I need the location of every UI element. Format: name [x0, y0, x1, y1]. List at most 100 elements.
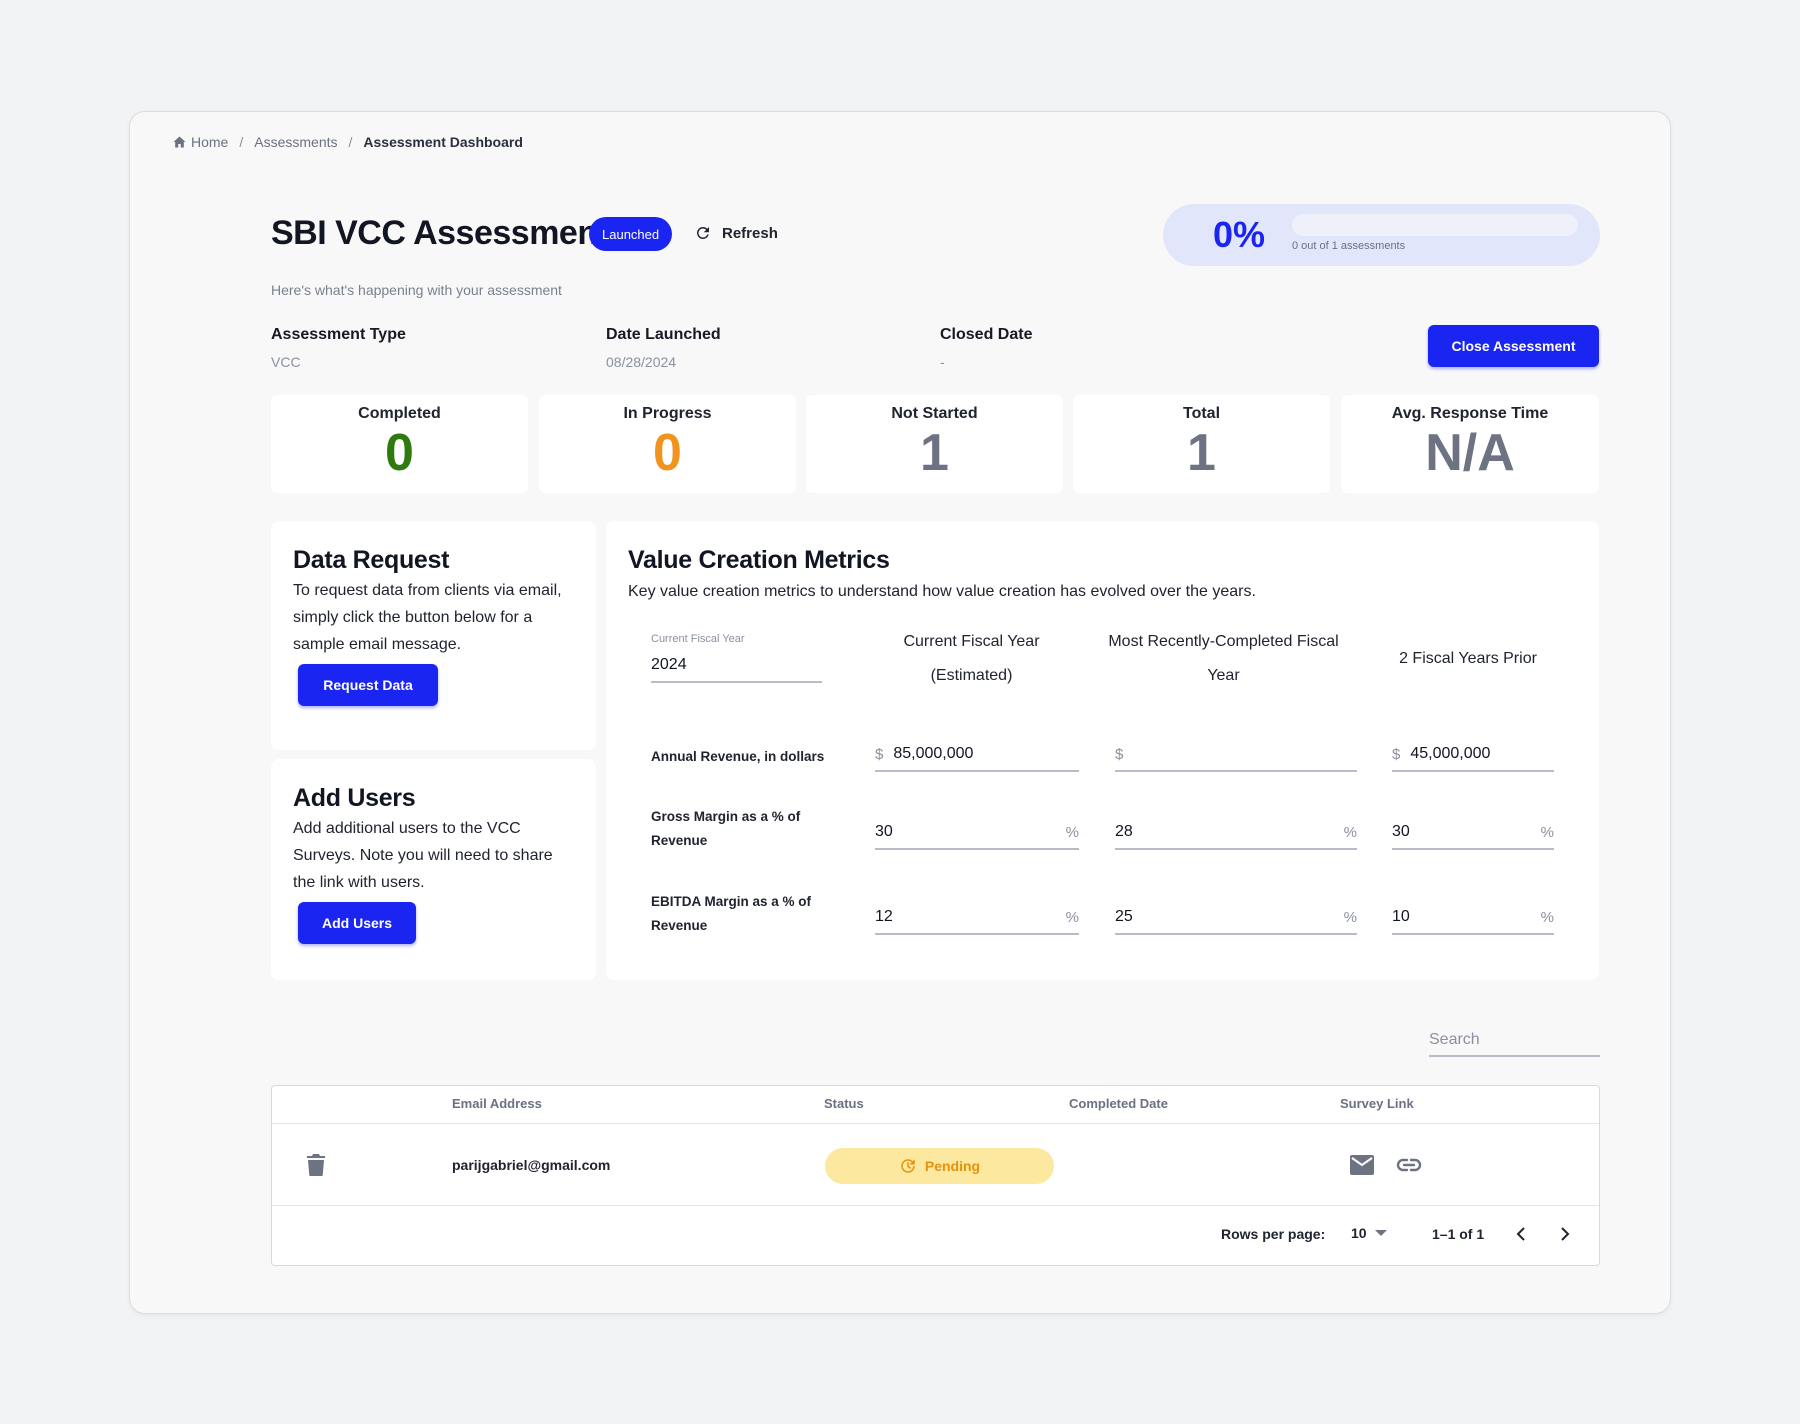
percent-suffix: %	[1065, 908, 1079, 926]
delete-icon[interactable]	[307, 1154, 325, 1176]
metrics-title: Value Creation Metrics	[628, 546, 890, 574]
percent-suffix: %	[1343, 823, 1357, 841]
users-table: Email Address Status Completed Date Surv…	[271, 1085, 1600, 1266]
stat-value: 0	[653, 424, 682, 482]
field-value: 30	[875, 823, 893, 840]
stat-value: 1	[1187, 424, 1216, 482]
fiscal-year-label: Current Fiscal Year	[651, 633, 745, 645]
percent-suffix: %	[1540, 908, 1554, 926]
stat-value: 0	[385, 424, 414, 482]
dashboard-window: Home / Assessments / Assessment Dashboar…	[129, 111, 1671, 1314]
pagination-range: 1–1 of 1	[1432, 1226, 1485, 1242]
column-header-recent-fy: Most Recently-Completed Fiscal Year	[1108, 633, 1339, 684]
stat-label: Avg. Response Time	[1391, 405, 1549, 422]
column-header-email[interactable]: Email Address	[452, 1096, 542, 1111]
field-value: 10	[1392, 908, 1410, 925]
add-users-text: Add additional users to the VCC Surveys.…	[293, 820, 553, 891]
currency-prefix: $	[1392, 745, 1401, 763]
column-header-completed-date[interactable]: Completed Date	[1069, 1096, 1168, 1111]
currency-prefix: $	[1115, 745, 1124, 763]
column-header-current-fy: Current Fiscal Year (Estimated)	[903, 633, 1040, 684]
email-icon[interactable]	[1350, 1155, 1374, 1175]
gross-margin-prior-input[interactable]: 30 %	[1392, 816, 1554, 850]
add-users-button[interactable]: Add Users	[298, 902, 416, 944]
link-icon[interactable]	[1396, 1156, 1422, 1174]
date-launched-info: Date Launched 08/28/2024	[606, 326, 721, 370]
dropdown-arrow-icon	[1374, 1229, 1387, 1237]
field-value: 28	[1115, 823, 1133, 840]
closed-date-label: Closed Date	[940, 326, 1033, 343]
stat-label: In Progress	[623, 405, 712, 422]
annual-revenue-current-input[interactable]: $ 85,000,000	[875, 738, 1079, 772]
progress-bar	[1292, 214, 1578, 236]
percent-suffix: %	[1065, 823, 1079, 841]
refresh-icon	[694, 224, 712, 242]
data-request-title: Data Request	[293, 546, 450, 574]
fiscal-year-input[interactable]: 2024	[651, 649, 822, 683]
field-value: 85,000,000	[893, 745, 974, 762]
assessment-type-info: Assessment Type VCC	[271, 326, 406, 370]
chevron-left-icon[interactable]	[1515, 1226, 1527, 1242]
annual-revenue-recent-input[interactable]: $	[1115, 738, 1357, 772]
gross-margin-recent-input[interactable]: 28 %	[1115, 816, 1357, 850]
header-divider	[272, 1123, 1599, 1124]
assessment-type-label: Assessment Type	[271, 326, 406, 343]
column-header-status[interactable]: Status	[824, 1096, 864, 1111]
closed-date-value: -	[940, 354, 945, 370]
currency-prefix: $	[875, 745, 884, 763]
stat-card-in-progress: In Progress 0	[539, 395, 796, 493]
breadcrumb: Home / Assessments / Assessment Dashboar…	[173, 134, 523, 150]
breadcrumb-separator: /	[239, 134, 244, 150]
column-header-two-years-prior: 2 Fiscal Years Prior	[1399, 650, 1537, 667]
date-launched-value: 08/28/2024	[606, 354, 677, 370]
refresh-button[interactable]: Refresh	[694, 224, 778, 242]
fiscal-year-value: 2024	[651, 656, 687, 673]
status-badge: Launched	[589, 217, 673, 251]
request-data-button[interactable]: Request Data	[298, 664, 438, 706]
date-launched-label: Date Launched	[606, 326, 721, 343]
close-assessment-button[interactable]: Close Assessment	[1428, 325, 1599, 367]
rows-per-page-select[interactable]: 10	[1351, 1225, 1387, 1241]
add-users-panel: Add Users Add additional users to the VC…	[271, 759, 596, 980]
home-icon	[173, 136, 186, 148]
gross-margin-current-input[interactable]: 30 %	[875, 816, 1079, 850]
ebitda-margin-current-input[interactable]: 12 %	[875, 901, 1079, 935]
field-value: 25	[1115, 908, 1133, 925]
value-creation-metrics-panel: Value Creation Metrics Key value creatio…	[606, 521, 1599, 980]
assessment-type-value: VCC	[271, 354, 301, 370]
stat-label: Completed	[358, 405, 441, 422]
field-value: 45,000,000	[1410, 745, 1491, 762]
stat-card-completed: Completed 0	[271, 395, 528, 493]
annual-revenue-prior-input[interactable]: $ 45,000,000	[1392, 738, 1554, 772]
field-value: 30	[1392, 823, 1410, 840]
column-header-survey-link[interactable]: Survey Link	[1340, 1096, 1414, 1111]
row-email: parijgabriel@gmail.com	[452, 1157, 611, 1173]
status-label: Pending	[924, 1158, 981, 1174]
stat-card-avg-response-time: Avg. Response Time N/A	[1341, 395, 1599, 493]
progress-summary: 0% 0 out of 1 assessments	[1163, 204, 1600, 266]
breadcrumb-assessments[interactable]: Assessments	[254, 134, 337, 150]
ebitda-margin-recent-input[interactable]: 25 %	[1115, 901, 1357, 935]
row-label-gross-margin: Gross Margin as a % of Revenue	[651, 809, 801, 848]
breadcrumb-separator: /	[348, 134, 353, 150]
progress-caption: 0 out of 1 assessments	[1292, 240, 1406, 252]
data-request-text: To request data from clients via email, …	[293, 582, 562, 653]
add-users-title: Add Users	[293, 784, 416, 812]
chevron-right-icon[interactable]	[1559, 1226, 1571, 1242]
row-label-annual-revenue: Annual Revenue, in dollars	[651, 749, 825, 764]
stat-value: N/A	[1425, 424, 1515, 482]
metrics-subtitle: Key value creation metrics to understand…	[628, 583, 1256, 600]
status-badge: Pending	[825, 1148, 1054, 1184]
field-value: 12	[875, 908, 893, 925]
row-label-ebitda-margin: EBITDA Margin as a % of Revenue	[651, 894, 812, 933]
ebitda-margin-prior-input[interactable]: 10 %	[1392, 901, 1554, 935]
stat-label: Total	[1182, 405, 1221, 422]
search-input[interactable]: Search	[1429, 1024, 1600, 1057]
breadcrumb-current: Assessment Dashboard	[363, 134, 523, 150]
breadcrumb-home[interactable]: Home	[191, 134, 228, 150]
stat-value: 1	[920, 424, 949, 482]
percent-suffix: %	[1343, 908, 1357, 926]
rows-per-page-value: 10	[1351, 1225, 1367, 1241]
rows-per-page-label: Rows per page:	[1221, 1226, 1326, 1242]
refresh-label: Refresh	[722, 224, 778, 242]
